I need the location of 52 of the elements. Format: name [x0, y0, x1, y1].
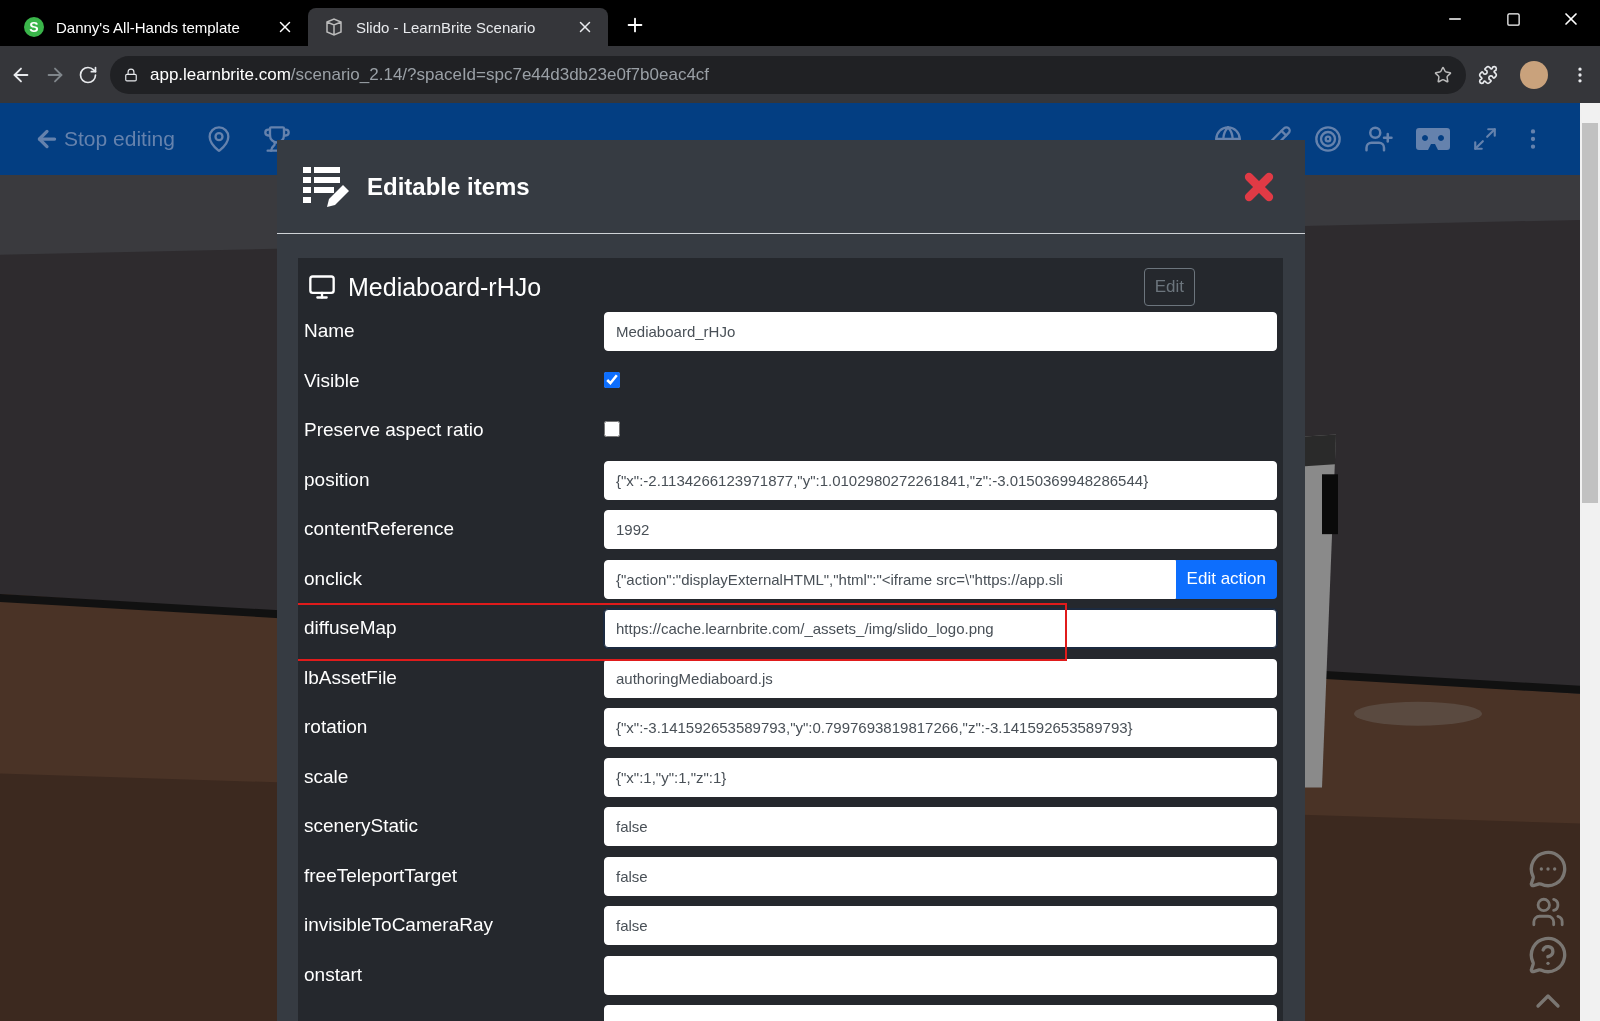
url-text: app.learnbrite.com/scenario_2.14/?spaceId=spc7e44d3db23e0f7b0eac4cf: [150, 64, 711, 85]
field-label: freeTeleportTarget: [304, 863, 458, 887]
text-field[interactable]: {"x":1,"y":1,"z":1}: [604, 757, 1277, 797]
cube-icon: [324, 17, 344, 37]
text-field[interactable]: {"x":-2.1134266123971877,"y":1.0102980272261841,"z":-3.0150369948286544}: [604, 460, 1277, 500]
text-field[interactable]: Mediaboard_rHJo: [604, 312, 1277, 351]
browser-tab[interactable]: Slido - LearnBrite Scenario: [308, 8, 608, 46]
field-label: Preserve aspect ratio: [304, 418, 484, 441]
item-title: Mediaboard-rHJo: [348, 272, 543, 302]
field-label: scale: [304, 764, 349, 788]
help-icon[interactable]: [1528, 935, 1568, 975]
text-field[interactable]: false: [604, 906, 1277, 945]
field-label: onclick: [304, 566, 363, 590]
text-field[interactable]: false: [604, 807, 1277, 846]
text-field[interactable]: false: [604, 856, 1277, 896]
field-label: Name: [304, 319, 355, 342]
list-edit-icon: [303, 164, 351, 209]
field-label: invisibleToCameraRay: [304, 913, 494, 936]
text-field[interactable]: [604, 955, 1277, 995]
reload-icon[interactable]: [78, 64, 98, 85]
field-label: diffuseMap: [304, 616, 397, 639]
maximize-icon[interactable]: [1505, 11, 1521, 27]
text-field[interactable]: {"x":-3.141592653589793,"y":0.7997693819817266,"z":-3.141592653589793}: [604, 708, 1277, 747]
field-label: lbAssetFile: [304, 665, 397, 689]
checkbox[interactable]: [604, 371, 620, 388]
chat-icon[interactable]: [1528, 849, 1568, 889]
monitor-icon: [308, 273, 336, 301]
field-label: contentReference: [304, 517, 454, 540]
text-field[interactable]: 1992: [604, 510, 1277, 549]
text-field[interactable]: authoringMediaboard.js: [604, 658, 1277, 698]
favicon: S: [24, 17, 44, 37]
field-label: Visible: [304, 368, 360, 392]
puzzle-icon[interactable]: [1478, 64, 1498, 85]
field-label: sceneryStatic: [304, 814, 419, 837]
scrollbar[interactable]: [1580, 103, 1600, 1021]
edit-action-button[interactable]: Edit action: [1175, 559, 1277, 599]
avatar[interactable]: [1520, 60, 1548, 89]
user-plus-icon[interactable]: [1364, 124, 1394, 154]
vr-headset-icon[interactable]: [1416, 126, 1450, 152]
field-label: position: [304, 467, 370, 491]
text-field[interactable]: {"action":"displayExternalHTML","html":"<iframe src=\"https://app.sli: [604, 559, 1176, 599]
checkbox[interactable]: [604, 421, 620, 437]
address-bar[interactable]: app.learnbrite.com/scenario_2.14/?spaceId=spc7e44d3db23e0f7b0eac4cf: [110, 55, 1466, 94]
lock-icon: [124, 67, 138, 82]
modal-title: Editable items: [367, 172, 531, 201]
target-icon[interactable]: [1314, 125, 1342, 153]
text-field[interactable]: https://cache.learnbrite.com/_assets_/img/slido_logo.png: [604, 609, 1277, 648]
expand-icon[interactable]: [1472, 126, 1498, 152]
field-label: onstart: [304, 962, 363, 986]
star-icon[interactable]: [1434, 65, 1452, 84]
users-icon[interactable]: [1531, 895, 1565, 929]
field-label: rotation: [304, 715, 368, 738]
